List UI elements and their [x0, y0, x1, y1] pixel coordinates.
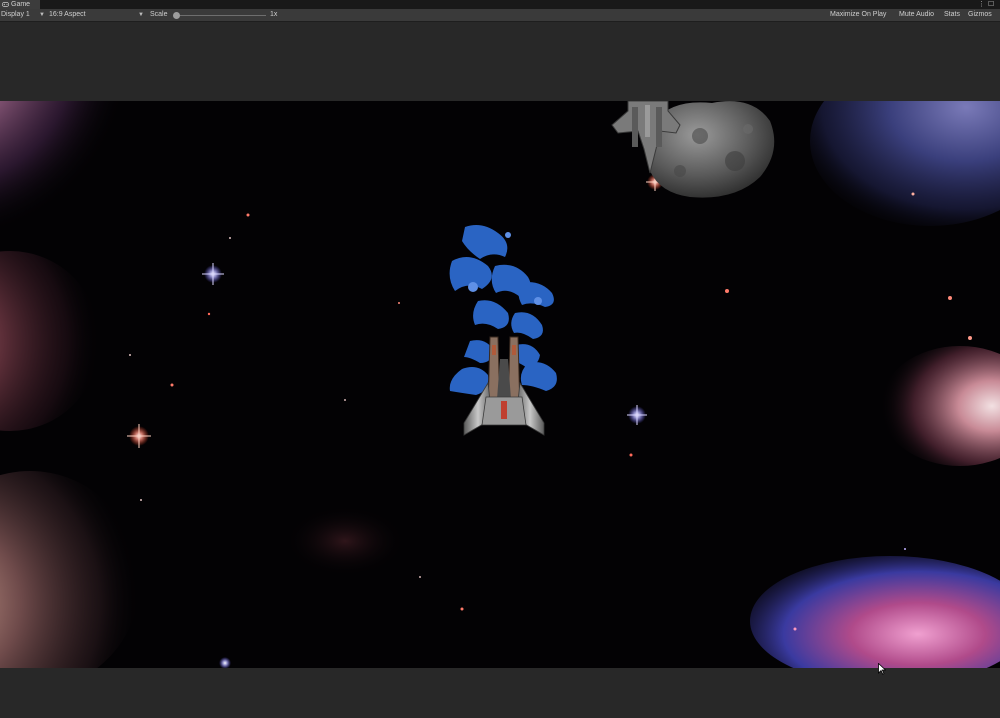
small-star — [170, 383, 174, 387]
small-star — [419, 576, 421, 578]
small-star — [344, 399, 346, 401]
editor-tab-bar: Game ⋮ ☐ — [0, 0, 1000, 9]
bright-star — [219, 657, 231, 668]
small-star — [793, 627, 797, 631]
bright-star — [202, 263, 224, 285]
aspect-dropdown[interactable]: 16:9 Aspect — [49, 9, 86, 21]
small-star — [129, 354, 131, 356]
maximize-window-icon[interactable]: ☐ — [988, 0, 994, 9]
small-star — [904, 548, 906, 550]
scale-slider-thumb[interactable] — [173, 12, 180, 19]
gizmos-dropdown[interactable]: Gizmos — [968, 9, 992, 21]
letterbox-bottom — [0, 668, 1000, 718]
display-dropdown[interactable]: Display 1 — [1, 9, 30, 21]
letterbox-top — [0, 22, 1000, 101]
scale-label: Scale — [150, 11, 168, 18]
more-options-icon[interactable]: ⋮ — [978, 0, 985, 9]
game-tab-label: Game — [11, 1, 31, 8]
gamepad-icon — [2, 2, 9, 7]
display-dropdown-caret-icon[interactable]: ▼ — [39, 9, 45, 21]
stats-toggle[interactable]: Stats — [944, 9, 960, 21]
small-star — [229, 237, 231, 239]
game-viewport[interactable] — [0, 101, 1000, 668]
small-star — [460, 607, 464, 611]
small-star — [246, 213, 250, 217]
game-tab[interactable]: Game — [0, 0, 40, 9]
small-star — [629, 453, 633, 457]
small-star — [968, 336, 972, 340]
bright-star — [127, 424, 151, 448]
maximize-on-play-toggle[interactable]: Maximize On Play — [830, 9, 886, 21]
scale-value: 1x — [270, 11, 278, 18]
small-star — [140, 499, 142, 501]
scale-slider-track[interactable] — [176, 15, 266, 16]
small-star — [911, 192, 915, 196]
game-view-toolbar: Display 1 ▼ 16:9 Aspect ▼ Scale 1x Maxim… — [0, 9, 1000, 22]
small-star — [398, 302, 400, 304]
small-star — [725, 289, 729, 293]
aspect-dropdown-caret-icon[interactable]: ▼ — [138, 9, 144, 21]
small-star — [207, 312, 211, 316]
small-star — [948, 296, 952, 300]
game-scene — [0, 101, 1000, 668]
mouse-cursor-icon — [878, 663, 886, 675]
mute-audio-toggle[interactable]: Mute Audio — [899, 9, 934, 21]
bright-star — [627, 405, 647, 425]
